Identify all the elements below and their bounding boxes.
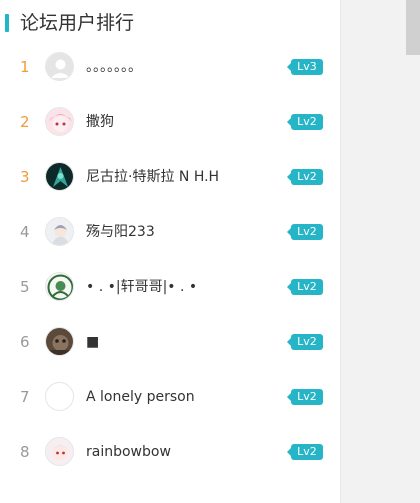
ranking-row[interactable]: 8 rainbowbow Lv2 <box>0 425 340 480</box>
ranking-row[interactable]: 4 殇与阳233 Lv2 <box>0 205 340 260</box>
level-badge: Lv2 <box>287 114 323 130</box>
forum-user-ranking-panel: 论坛用户排行 1 。。。。。。。 Lv3 2 撒狗 Lv2 3 尼古拉·特斯拉 … <box>0 0 340 503</box>
rank-number: 5 <box>20 278 30 296</box>
username-link[interactable]: rainbowbow <box>86 442 171 462</box>
username-link[interactable]: 撒狗 <box>86 112 114 132</box>
rank-number: 4 <box>20 223 30 241</box>
rank-number: 3 <box>20 168 30 186</box>
header-accent-bar <box>5 14 9 32</box>
ranking-header: 论坛用户排行 <box>0 0 340 44</box>
level-badge: Lv2 <box>287 169 323 185</box>
level-badge: Lv2 <box>287 334 323 350</box>
ranking-row[interactable]: 3 尼古拉·特斯拉 N H.H Lv2 <box>0 150 340 205</box>
pink-hair-avatar[interactable] <box>45 107 74 136</box>
brown-photo-avatar[interactable] <box>45 327 74 356</box>
level-badge: Lv2 <box>287 279 323 295</box>
username-link[interactable]: ■ <box>86 332 99 352</box>
username-link[interactable]: A lonely person <box>86 387 195 407</box>
rank-number: 8 <box>20 443 30 461</box>
username-link[interactable]: 殇与阳233 <box>86 222 155 242</box>
username-link[interactable]: 。。。。。。。 <box>86 57 142 77</box>
rank-number: 2 <box>20 113 30 131</box>
ranking-row[interactable]: 7 A lonely person Lv2 <box>0 370 340 425</box>
scrollbar-track[interactable] <box>340 0 420 503</box>
rank-number: 7 <box>20 388 30 406</box>
dark-teal-avatar[interactable] <box>45 162 74 191</box>
level-badge: Lv2 <box>287 389 323 405</box>
level-badge: Lv2 <box>287 444 323 460</box>
green-sketch-avatar[interactable] <box>45 272 74 301</box>
ranking-row[interactable]: 5 • . •|轩哥哥|• . • Lv2 <box>0 260 340 315</box>
ranking-row[interactable]: 2 撒狗 Lv2 <box>0 95 340 150</box>
username-link[interactable]: • . •|轩哥哥|• . • <box>86 277 197 297</box>
ranking-list: 1 。。。。。。。 Lv3 2 撒狗 Lv2 3 尼古拉·特斯拉 N H.H L… <box>0 40 340 480</box>
default-avatar-icon[interactable] <box>45 52 74 81</box>
username-link[interactable]: 尼古拉·特斯拉 N H.H <box>86 167 219 187</box>
white-hair-avatar[interactable] <box>45 437 74 466</box>
scrollbar-thumb[interactable] <box>406 0 420 55</box>
level-badge: Lv3 <box>287 59 323 75</box>
level-badge: Lv2 <box>287 224 323 240</box>
rank-number: 6 <box>20 333 30 351</box>
ranking-row[interactable]: 6 ■ Lv2 <box>0 315 340 370</box>
anime-girl-avatar[interactable] <box>45 217 74 246</box>
ranking-title: 论坛用户排行 <box>20 12 135 34</box>
ranking-row[interactable]: 1 。。。。。。。 Lv3 <box>0 40 340 95</box>
rank-number: 1 <box>20 58 30 76</box>
blank-avatar[interactable] <box>45 382 74 411</box>
